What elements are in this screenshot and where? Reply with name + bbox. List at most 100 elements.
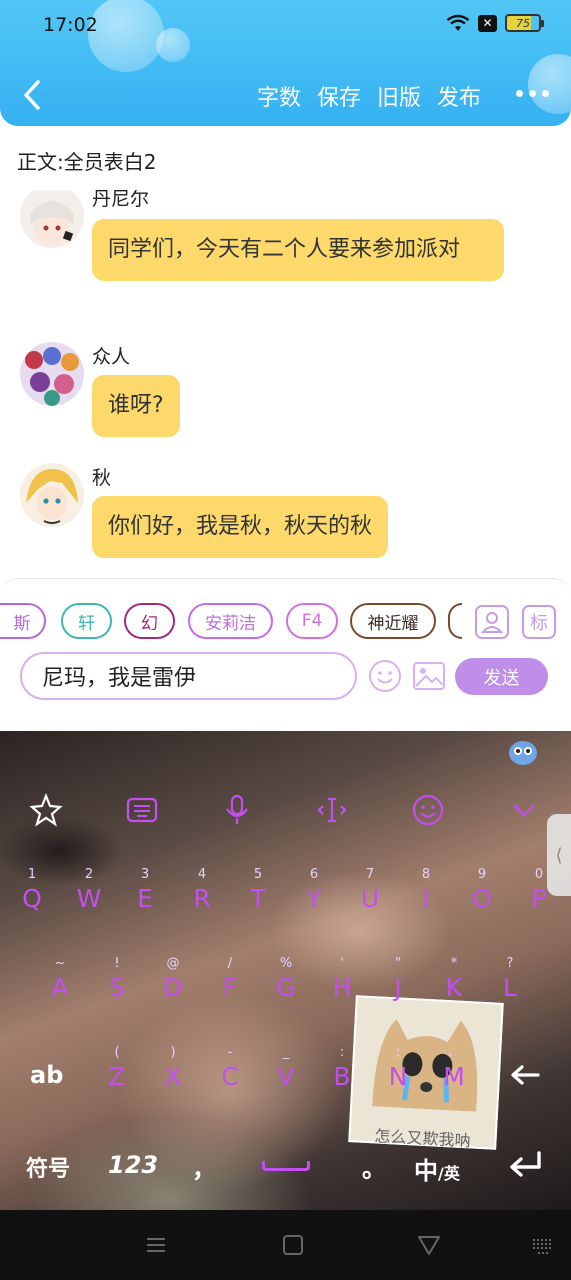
key-i[interactable]: 8I: [406, 866, 446, 926]
message-bubble[interactable]: 你们好，我是秋，秋天的秋: [92, 496, 389, 558]
bubble-decoration: [528, 54, 571, 114]
chat-message: 丹尼尔 同学们，今天有二个人要来参加派对: [20, 190, 520, 324]
cat-sticker-image: 怎么又欺我呐: [348, 995, 504, 1151]
character-chip[interactable]: F4: [286, 603, 338, 639]
image-icon[interactable]: [412, 659, 446, 693]
key-q[interactable]: 1Q: [12, 866, 52, 926]
sender-name: 秋: [92, 467, 112, 489]
key-s[interactable]: ! S: [97, 955, 137, 1015]
cursor-move-icon[interactable]: [315, 793, 349, 827]
key-o[interactable]: 9O: [462, 866, 502, 926]
space-key[interactable]: [262, 1161, 310, 1171]
emoji-face-icon[interactable]: [411, 793, 445, 827]
more-options-icon[interactable]: [516, 90, 549, 97]
character-chip[interactable]: 神近耀: [350, 603, 436, 639]
back-triangle-icon[interactable]: [416, 1232, 442, 1258]
publish-button[interactable]: 发布: [437, 80, 481, 112]
message-text: 谁呀?: [108, 393, 164, 418]
avatar[interactable]: [20, 463, 84, 527]
mark-button[interactable]: 标: [522, 605, 556, 639]
key-e[interactable]: 3E: [125, 866, 165, 926]
message-bubble[interactable]: 谁呀?: [92, 375, 180, 437]
keyboard-mascot-icon[interactable]: [506, 737, 540, 767]
avatar[interactable]: [20, 190, 84, 248]
wifi-icon: [446, 14, 470, 31]
key-t[interactable]: 5T: [238, 866, 278, 926]
page-title: 正文:全员表白2: [17, 150, 157, 174]
character-chip[interactable]: 斯: [0, 603, 46, 639]
key-n[interactable]: ; N: [378, 1044, 418, 1104]
key-c[interactable]: -C: [210, 1044, 250, 1104]
microphone-icon[interactable]: [220, 793, 254, 827]
symbol-key[interactable]: 符号: [26, 1151, 70, 1183]
battery-icon: 75: [505, 14, 544, 32]
keyboard-toggle-icon[interactable]: [530, 1232, 556, 1258]
old-version-button[interactable]: 旧版: [377, 80, 421, 112]
keyboard-toolbar: [0, 793, 571, 833]
emoji-icon[interactable]: [368, 659, 402, 693]
collapse-keyboard-icon[interactable]: [507, 793, 541, 827]
key-r[interactable]: 4R: [182, 866, 222, 926]
back-arrow-icon[interactable]: [20, 78, 44, 112]
chat-message: 秋 你们好，我是秋，秋天的秋: [20, 463, 520, 573]
message-text: 同学们，今天有二个人要来参加派对: [108, 237, 461, 262]
word-count-button[interactable]: 字数: [257, 80, 301, 112]
key-p[interactable]: 0P: [519, 866, 559, 926]
sender-name: 众人: [92, 346, 131, 368]
key-x[interactable]: ) X: [153, 1044, 193, 1104]
person-icon: [481, 612, 503, 633]
character-chip[interactable]: [448, 603, 462, 639]
sticker-caption: 怎么又欺我呐: [374, 1126, 471, 1151]
key-d[interactable]: @ D: [153, 955, 193, 1015]
chat-message: 众人 谁呀?: [20, 342, 520, 452]
key-v[interactable]: _ V: [266, 1044, 306, 1104]
sender-name: 丹尼尔: [92, 190, 150, 210]
save-button[interactable]: 保存: [317, 80, 361, 112]
star-sparkle-icon[interactable]: [29, 793, 63, 827]
soft-keyboard[interactable]: 怎么又欺我呐 ⟨ 1Q 2W 3 E 4 R 5 T 6 Y 7 U 8 I 9…: [0, 731, 571, 1210]
chat-list[interactable]: 丹尼尔 同学们，今天有二个人要来参加派对 众人 谁呀? 秋 你们好，我是秋，秋天…: [0, 190, 571, 580]
bubble-decoration: [156, 28, 190, 62]
character-chip[interactable]: 轩: [61, 603, 112, 639]
key-y[interactable]: 6Y: [294, 866, 334, 926]
send-button[interactable]: 发送: [455, 658, 548, 695]
menu-icon[interactable]: [143, 1232, 169, 1258]
character-chip[interactable]: 安莉洁: [188, 603, 273, 639]
key-j[interactable]: " J: [378, 955, 418, 1015]
system-nav-bar: [0, 1210, 571, 1280]
message-input[interactable]: 尼玛，我是雷伊: [20, 652, 357, 700]
key-k[interactable]: * K: [434, 955, 474, 1015]
character-chip[interactable]: 幻: [124, 603, 175, 639]
message-bubble[interactable]: 同学们，今天有二个人要来参加派对: [92, 219, 504, 281]
battery-level: 75: [516, 16, 530, 30]
enter-icon[interactable]: [505, 1149, 545, 1181]
language-switch-key[interactable]: 中/英: [414, 1151, 460, 1186]
comma-key[interactable]: ，: [192, 1149, 216, 1184]
top-app-bar: 17:02 ✕ 75 字数 保存 旧版 发布: [0, 0, 571, 126]
key-b[interactable]: :B: [322, 1044, 362, 1104]
key-g[interactable]: % G: [266, 955, 306, 1015]
key-u[interactable]: 7U: [350, 866, 390, 926]
message-input-value: 尼玛，我是雷伊: [42, 666, 197, 691]
period-key[interactable]: 。: [362, 1149, 386, 1184]
keyboard-layout-icon[interactable]: [125, 793, 159, 827]
key-z[interactable]: (Z: [97, 1044, 137, 1104]
character-manage-button[interactable]: [475, 605, 509, 639]
shift-key[interactable]: ab: [30, 1061, 63, 1089]
key-h[interactable]: ' H: [322, 955, 362, 1015]
status-icons: ✕ 75: [446, 14, 544, 32]
number-key[interactable]: 123: [108, 1151, 158, 1179]
no-sim-icon: ✕: [478, 14, 497, 32]
key-w[interactable]: 2W: [69, 866, 109, 926]
key-a[interactable]: ~ A: [40, 955, 80, 1015]
key-f[interactable]: / F: [210, 955, 250, 1015]
status-time: 17:02: [43, 14, 98, 36]
composer-panel: 斯 轩 幻 安莉洁 F4 神近耀 标 尼玛，我是雷伊 发送: [0, 578, 571, 734]
key-m[interactable]: 、 M: [434, 1044, 474, 1104]
backspace-icon[interactable]: [508, 1061, 542, 1089]
character-chips[interactable]: 斯 轩 幻 安莉洁 F4 神近耀 标: [0, 603, 571, 643]
message-text: 你们好，我是秋，秋天的秋: [108, 514, 373, 539]
key-l[interactable]: ? L: [490, 955, 530, 1015]
home-icon[interactable]: [280, 1232, 306, 1258]
avatar[interactable]: [20, 342, 84, 406]
